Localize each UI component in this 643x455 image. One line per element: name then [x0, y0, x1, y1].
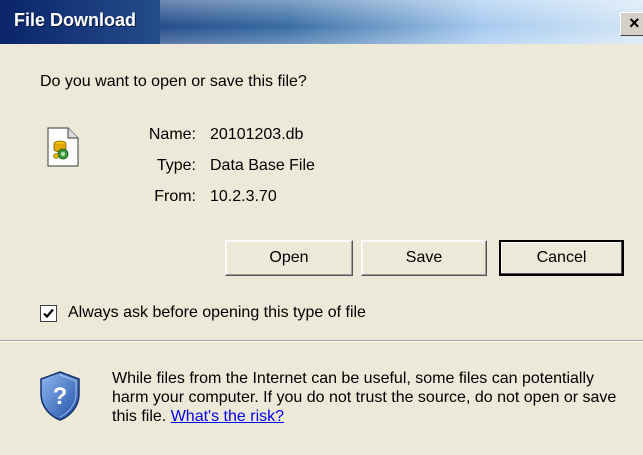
file-source-label: From:: [154, 188, 196, 205]
file-name-label: Name:: [148, 126, 196, 143]
always-ask-checkbox[interactable]: [40, 305, 57, 322]
save-button[interactable]: Save: [361, 240, 487, 276]
title-bar-gradient: [160, 0, 643, 44]
svg-text:?: ?: [53, 383, 68, 410]
close-icon: ×: [629, 13, 640, 33]
title-bar[interactable]: File Download ×: [0, 0, 643, 44]
file-source-value: 10.2.3.70: [210, 188, 277, 205]
file-type-label: Type:: [156, 157, 196, 174]
database-file-icon: [46, 127, 80, 167]
window-title: File Download: [14, 10, 137, 30]
file-type-value: Data Base File: [210, 157, 315, 174]
file-name-value: 20101203.db: [210, 126, 304, 143]
whats-the-risk-link[interactable]: What's the risk?: [171, 408, 284, 425]
divider: [0, 340, 643, 342]
cancel-button[interactable]: Cancel: [499, 240, 624, 276]
shield-question-icon: ?: [38, 370, 82, 422]
always-ask-label[interactable]: Always ask before opening this type of f…: [68, 304, 366, 322]
open-button[interactable]: Open: [225, 240, 353, 276]
checkmark-icon: [43, 308, 54, 319]
close-button[interactable]: ×: [620, 12, 643, 36]
warning-message: While files from the Internet can be use…: [112, 369, 632, 426]
prompt-question: Do you want to open or save this file?: [40, 73, 307, 90]
